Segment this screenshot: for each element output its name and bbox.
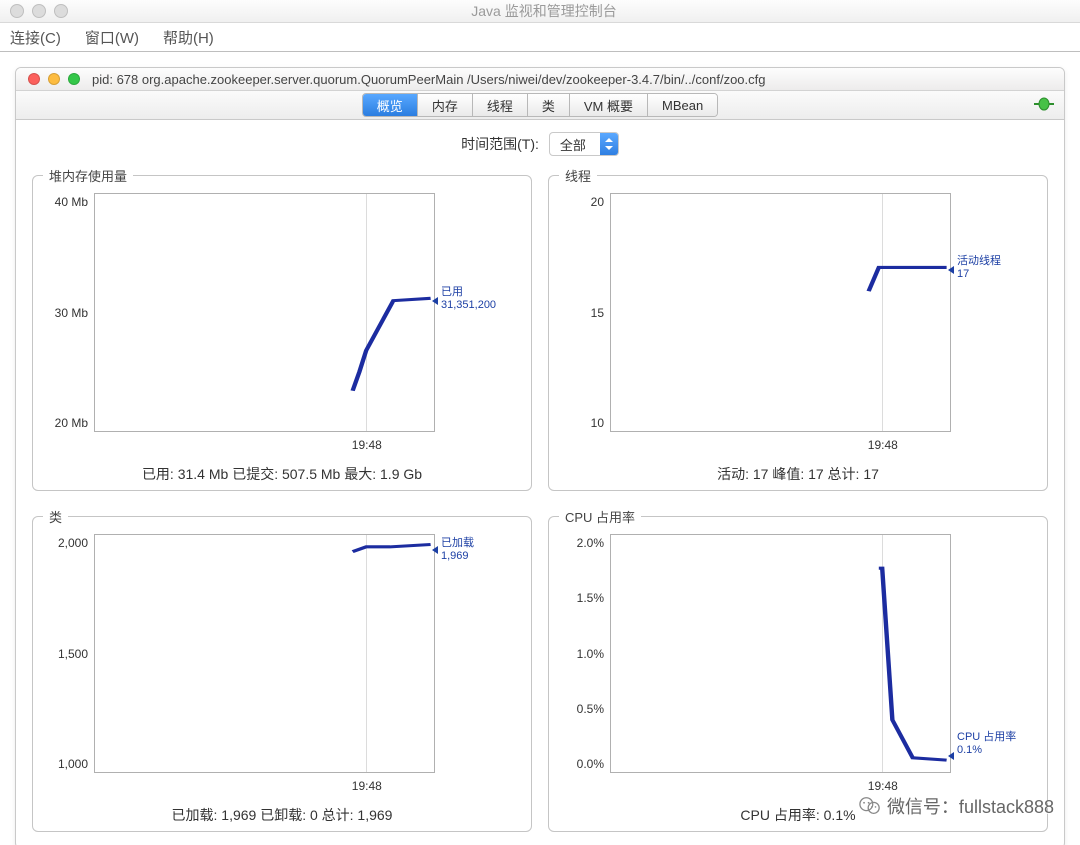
close-icon[interactable] <box>10 4 24 18</box>
app-title: Java 监视和管理控制台 <box>68 1 1080 21</box>
classes-yaxis: 2,000 1,500 1,000 <box>43 534 94 799</box>
panel-heap: 堆内存使用量 40 Mb 30 Mb 20 Mb <box>32 166 532 491</box>
process-window: pid: 678 org.apache.zookeeper.server.quo… <box>15 67 1065 845</box>
menu-help[interactable]: 帮助(H) <box>163 27 214 48</box>
tab-vm[interactable]: VM 概要 <box>570 94 648 116</box>
classes-summary: 已加载: 1,969 已卸载: 0 总计: 1,969 <box>43 799 521 825</box>
minimize-icon[interactable] <box>32 4 46 18</box>
threads-callout: 活动线程 17 <box>951 193 1037 430</box>
close-icon[interactable] <box>28 73 40 85</box>
process-title: pid: 678 org.apache.zookeeper.server.quo… <box>92 72 1064 87</box>
panel-heap-title: 堆内存使用量 <box>43 166 133 185</box>
dropdown-arrow-icon <box>600 133 618 155</box>
classes-plot <box>94 534 435 773</box>
panel-classes: 类 2,000 1,500 1,000 <box>32 507 532 832</box>
menu-bar: 连接(C) 窗口(W) 帮助(H) <box>0 23 1080 52</box>
app-titlebar: Java 监视和管理控制台 <box>0 0 1080 23</box>
cpu-summary: CPU 占用率: 0.1% <box>559 799 1037 825</box>
cpu-yaxis: 2.0% 1.5% 1.0% 0.5% 0.0% <box>559 534 610 799</box>
heap-xaxis: 19:48 <box>94 432 435 458</box>
panel-threads: 线程 20 15 10 <box>548 166 1048 491</box>
classes-callout: 已加载 1,969 <box>435 534 521 771</box>
cpu-plot <box>610 534 951 773</box>
maximize-icon[interactable] <box>54 4 68 18</box>
tab-mbean[interactable]: MBean <box>648 94 717 116</box>
maximize-icon[interactable] <box>68 73 80 85</box>
threads-summary: 活动: 17 峰值: 17 总计: 17 <box>559 458 1037 484</box>
panel-cpu: CPU 占用率 2.0% 1.5% 1.0% 0.5% 0.0% <box>548 507 1048 832</box>
threads-yaxis: 20 15 10 <box>559 193 610 458</box>
panel-classes-title: 类 <box>43 507 68 526</box>
tab-memory[interactable]: 内存 <box>418 94 473 116</box>
panel-threads-title: 线程 <box>559 166 597 185</box>
time-scope-value: 全部 <box>550 135 600 154</box>
menu-window[interactable]: 窗口(W) <box>85 27 139 48</box>
minimize-icon[interactable] <box>48 73 60 85</box>
heap-yaxis: 40 Mb 30 Mb 20 Mb <box>43 193 94 458</box>
time-scope-select[interactable]: 全部 <box>549 132 619 156</box>
cpu-callout: CPU 占用率 0.1% <box>951 534 1037 771</box>
tab-overview[interactable]: 概览 <box>363 94 418 116</box>
connection-status-icon <box>1034 96 1054 112</box>
menu-connect[interactable]: 连接(C) <box>10 27 61 48</box>
threads-plot <box>610 193 951 432</box>
heap-summary: 已用: 31.4 Mb 已提交: 507.5 Mb 最大: 1.9 Gb <box>43 458 521 484</box>
classes-xaxis: 19:48 <box>94 773 435 799</box>
time-scope-label: 时间范围(T): <box>461 134 539 154</box>
panel-cpu-title: CPU 占用率 <box>559 507 641 526</box>
heap-callout: 已用 31,351,200 <box>435 193 521 430</box>
tab-threads[interactable]: 线程 <box>473 94 528 116</box>
threads-xaxis: 19:48 <box>610 432 951 458</box>
tab-bar: 概览 内存 线程 类 VM 概要 MBean <box>16 91 1064 120</box>
heap-plot <box>94 193 435 432</box>
cpu-xaxis: 19:48 <box>610 773 951 799</box>
tab-classes[interactable]: 类 <box>528 94 570 116</box>
